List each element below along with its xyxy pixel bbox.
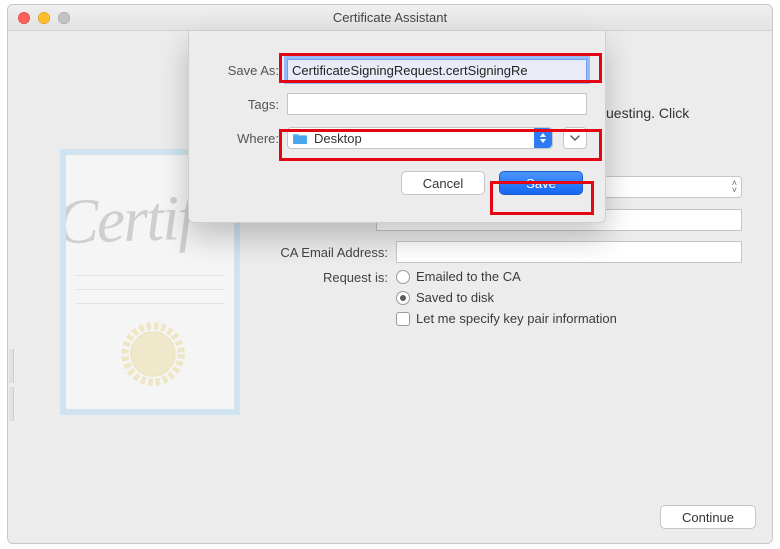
cancel-button[interactable]: Cancel — [401, 171, 485, 195]
ca-email-input[interactable] — [396, 241, 742, 263]
certificate-assistant-window: Certificate Assistant uesting. Click ˄˅ … — [7, 4, 773, 544]
save-sheet: Save As: Tags: Where: Desktop Cancel — [188, 31, 606, 223]
minimize-window-button[interactable] — [38, 12, 50, 24]
folder-icon — [292, 132, 308, 145]
save-button-label: Save — [526, 176, 556, 191]
continue-button[interactable]: Continue — [660, 505, 756, 529]
cancel-button-label: Cancel — [423, 176, 463, 191]
request-is-label: Request is: — [238, 270, 388, 285]
zoom-window-button[interactable] — [58, 12, 70, 24]
decorative-band — [9, 387, 14, 421]
radio-emailed-label: Emailed to the CA — [416, 269, 521, 284]
continue-button-label: Continue — [682, 510, 734, 525]
save-as-row: Save As: — [207, 59, 587, 81]
instruction-text-fragment: uesting. Click — [606, 105, 772, 121]
where-select[interactable]: Desktop — [287, 127, 553, 149]
ca-email-row: CA Email Address: — [238, 241, 742, 263]
save-as-label: Save As: — [207, 63, 279, 78]
traffic-lights — [18, 12, 70, 24]
tags-row: Tags: — [207, 93, 587, 115]
sheet-button-row: Cancel Save — [189, 171, 583, 195]
request-is-row: Request is: Emailed to the CA Saved to d… — [238, 269, 742, 326]
checkbox-icon — [396, 312, 410, 326]
radio-icon — [396, 270, 410, 284]
tags-input[interactable] — [287, 93, 587, 115]
illustration-script-text: Certif — [60, 181, 195, 260]
titlebar: Certificate Assistant — [8, 5, 772, 31]
where-label: Where: — [207, 131, 279, 146]
decorative-band — [9, 349, 14, 383]
save-as-input[interactable] — [287, 59, 587, 81]
chevron-down-icon — [570, 135, 580, 141]
where-value: Desktop — [314, 131, 362, 146]
close-window-button[interactable] — [18, 12, 30, 24]
tags-label: Tags: — [207, 97, 279, 112]
checkbox-keypair-label: Let me specify key pair information — [416, 311, 617, 326]
radio-disk-label: Saved to disk — [416, 290, 494, 305]
window-title: Certificate Assistant — [333, 10, 447, 25]
seal-icon — [116, 317, 190, 391]
expand-save-panel-button[interactable] — [563, 127, 587, 149]
radio-emailed[interactable]: Emailed to the CA — [396, 269, 742, 284]
chevron-updown-icon: ˄˅ — [732, 180, 737, 194]
checkbox-keypair[interactable]: Let me specify key pair information — [396, 311, 742, 326]
where-row: Where: Desktop — [207, 127, 587, 149]
ca-email-label: CA Email Address: — [238, 245, 388, 260]
radio-icon — [396, 291, 410, 305]
chevron-updown-icon — [534, 128, 552, 148]
save-button[interactable]: Save — [499, 171, 583, 195]
radio-saved-to-disk[interactable]: Saved to disk — [396, 290, 742, 305]
